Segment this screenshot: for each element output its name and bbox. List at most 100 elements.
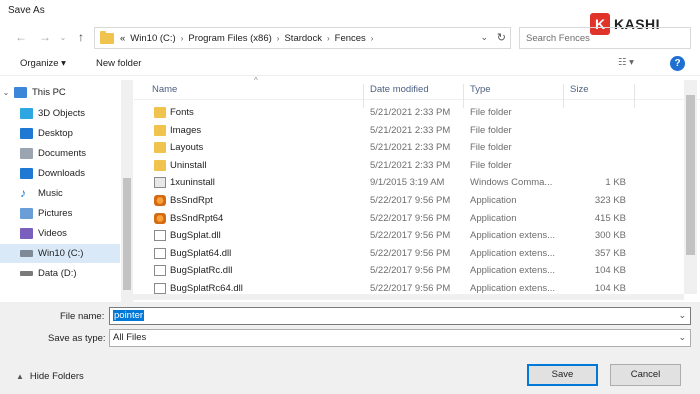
- column-header-size[interactable]: Size: [570, 84, 588, 95]
- nav-item-win10-c[interactable]: Win10 (C:): [0, 244, 120, 263]
- file-name: Uninstall: [170, 159, 207, 171]
- chevron-right-icon[interactable]: ›: [327, 34, 330, 43]
- folder-icon: [100, 30, 114, 44]
- chevron-down-icon[interactable]: ⌄: [678, 310, 686, 321]
- nav-item-3d-objects[interactable]: 3D Objects: [0, 104, 120, 123]
- up-arrow-icon[interactable]: ↑: [74, 30, 88, 44]
- nav-item-label: Documents: [38, 148, 87, 159]
- breadcrumb-program-files[interactable]: Program Files (x86): [188, 33, 271, 44]
- file-row[interactable]: BugSplat64.dll 5/22/2017 9:56 PM Applica…: [134, 245, 686, 263]
- file-row[interactable]: BugSplat.dll 5/22/2017 9:56 PM Applicati…: [134, 227, 686, 245]
- new-folder-button[interactable]: New folder: [96, 58, 141, 69]
- horizontal-scrollbar[interactable]: [133, 294, 684, 300]
- file-date: 5/22/2017 9:56 PM: [370, 265, 451, 277]
- breadcrumb-fences[interactable]: Fences: [335, 33, 366, 44]
- save-button[interactable]: Save: [527, 364, 598, 386]
- nav-item-label: Music: [38, 188, 63, 199]
- nav-item-pictures[interactable]: Pictures: [0, 204, 120, 223]
- breadcrumb: « Win10 (C:) › Program Files (x86) › Sta…: [120, 33, 378, 44]
- folder-icon: [154, 159, 166, 171]
- file-row[interactable]: Fonts 5/21/2021 2:33 PM File folder: [134, 104, 686, 122]
- sort-ascending-icon: ^: [254, 76, 258, 85]
- file-size: 104 KB: [594, 283, 626, 294]
- nav-item-music[interactable]: ♪ Music: [0, 184, 120, 203]
- chevron-right-icon[interactable]: ›: [277, 34, 280, 43]
- cancel-button[interactable]: Cancel: [610, 364, 681, 386]
- file-list-scrollbar[interactable]: [684, 80, 697, 294]
- nav-item-videos[interactable]: Videos: [0, 224, 120, 243]
- breadcrumb-stardock[interactable]: Stardock: [284, 33, 322, 44]
- nav-item-label: Win10 (C:): [38, 248, 84, 259]
- file-row[interactable]: Images 5/21/2021 2:33 PM File folder: [134, 122, 686, 140]
- column-header-type[interactable]: Type: [470, 84, 491, 95]
- folder-icon: [154, 107, 166, 118]
- search-input[interactable]: Search Fences: [526, 33, 590, 44]
- file-list-scroll-thumb[interactable]: [686, 95, 695, 255]
- file-date: 5/22/2017 9:56 PM: [370, 230, 451, 242]
- nav-pane-scroll-thumb[interactable]: [123, 178, 131, 290]
- chevron-right-icon[interactable]: ›: [371, 34, 374, 43]
- file-date: 5/21/2021 2:33 PM: [370, 142, 451, 154]
- file-size: 300 KB: [594, 230, 626, 242]
- nav-item-this-pc[interactable]: ⌄ This PC: [0, 83, 120, 102]
- file-row[interactable]: BugSplatRc.dll 5/22/2017 9:56 PM Applica…: [134, 262, 686, 280]
- chevron-right-icon[interactable]: ›: [181, 34, 184, 43]
- save-as-type-select[interactable]: All Files ⌄: [109, 329, 691, 347]
- navigation-row: ← → ⌄ ↑ « Win10 (C:) › Program Files (x8…: [0, 24, 700, 52]
- file-size: 323 KB: [594, 195, 626, 206]
- column-header-name[interactable]: Name: [152, 84, 177, 95]
- nav-item-desktop[interactable]: Desktop: [0, 124, 120, 143]
- folder-icon: [154, 142, 166, 154]
- refresh-icon[interactable]: ↻: [497, 31, 506, 44]
- file-size: 1 KB: [605, 177, 626, 189]
- nav-item-label: Pictures: [38, 208, 73, 219]
- chevron-down-icon[interactable]: ⌄: [0, 88, 12, 97]
- view-options-icon[interactable]: ☷ ▾: [618, 57, 634, 68]
- file-row[interactable]: Uninstall 5/21/2021 2:33 PM File folder: [134, 157, 686, 175]
- documents-icon: [20, 148, 33, 159]
- file-size: 104 KB: [594, 265, 626, 277]
- file-row[interactable]: 1xuninstall 9/1/2015 3:19 AM Windows Com…: [134, 174, 686, 192]
- file-type: File folder: [470, 142, 512, 154]
- file-date: 5/22/2017 9:56 PM: [370, 195, 451, 206]
- column-headers: ^ Name Date modified Type Size: [134, 76, 700, 108]
- file-name-field[interactable]: pointer ⌄: [109, 307, 691, 325]
- file-name-value[interactable]: pointer: [113, 310, 145, 321]
- hide-folders-button[interactable]: ▲ Hide Folders: [16, 371, 84, 382]
- file-row[interactable]: BsSndRpt 5/22/2017 9:56 PM Application 3…: [134, 192, 686, 210]
- breadcrumb-overflow[interactable]: «: [120, 33, 125, 44]
- nav-item-label: Videos: [38, 228, 67, 239]
- breadcrumb-win10[interactable]: Win10 (C:): [130, 33, 175, 44]
- nav-item-downloads[interactable]: Downloads: [0, 164, 120, 183]
- file-name: 1xuninstall: [170, 177, 215, 189]
- command-toolbar: Organize ▾ New folder ☷ ▾ ?: [0, 52, 700, 76]
- nav-item-data-d[interactable]: Data (D:): [0, 264, 120, 283]
- file-row[interactable]: BsSndRpt64 5/22/2017 9:56 PM Application…: [134, 210, 686, 228]
- column-header-date[interactable]: Date modified: [370, 84, 429, 95]
- file-type: File folder: [470, 124, 512, 136]
- nav-item-label: Desktop: [38, 128, 73, 139]
- help-icon[interactable]: ?: [670, 56, 685, 71]
- dll-file-icon: [154, 247, 166, 259]
- application-icon: [154, 195, 166, 206]
- file-list: ^ Name Date modified Type Size Fonts 5/2…: [134, 76, 700, 302]
- address-dropdown-icon[interactable]: ⌄: [480, 32, 488, 43]
- file-name: BsSndRpt64: [170, 212, 224, 224]
- file-name: BugSplat64.dll: [170, 247, 232, 259]
- file-name: Layouts: [170, 142, 204, 154]
- back-arrow-icon[interactable]: ←: [14, 30, 28, 44]
- file-type: Application extens...: [470, 247, 556, 259]
- file-date: 5/22/2017 9:56 PM: [370, 247, 451, 259]
- file-row[interactable]: Layouts 5/21/2021 2:33 PM File folder: [134, 139, 686, 157]
- forward-arrow-icon[interactable]: →: [38, 30, 52, 44]
- nav-pane-scrollbar[interactable]: [121, 80, 133, 302]
- organize-button[interactable]: Organize ▾: [20, 58, 66, 69]
- recent-locations-chevron-icon[interactable]: ⌄: [56, 31, 70, 45]
- file-type: File folder: [470, 159, 512, 171]
- chevron-down-icon[interactable]: ⌄: [678, 332, 686, 343]
- nav-item-documents[interactable]: Documents: [0, 144, 120, 163]
- file-size: 415 KB: [594, 212, 626, 224]
- search-box[interactable]: Search Fences: [519, 27, 691, 49]
- address-bar[interactable]: « Win10 (C:) › Program Files (x86) › Sta…: [94, 27, 511, 49]
- pc-icon: [14, 87, 27, 98]
